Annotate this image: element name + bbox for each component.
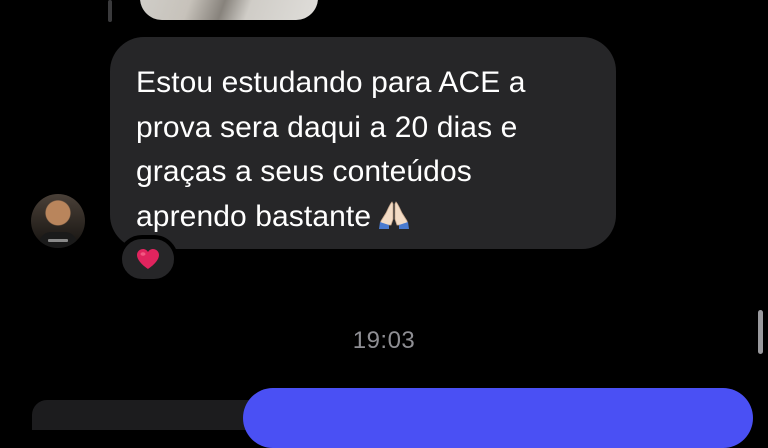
avatar-shirt-print bbox=[48, 239, 68, 242]
composer-edge bbox=[32, 400, 272, 430]
message-line-3: graças a seus conteúdos bbox=[136, 155, 472, 188]
message-line-1: Estou estudando para ACE a bbox=[136, 66, 526, 99]
message-line-2: prova sera daqui a 20 dias e bbox=[136, 110, 518, 144]
sender-avatar[interactable] bbox=[31, 194, 85, 248]
red-heart-icon bbox=[137, 249, 159, 269]
scrollbar[interactable] bbox=[758, 310, 763, 354]
reaction-badge[interactable] bbox=[118, 235, 178, 283]
message-text: Estou estudando para ACE a prova sera da… bbox=[136, 61, 590, 239]
previous-image-attachment[interactable] bbox=[140, 0, 318, 20]
thread-line bbox=[108, 0, 112, 22]
outgoing-message-bubble[interactable] bbox=[243, 388, 753, 448]
incoming-message-bubble[interactable]: Estou estudando para ACE a prova sera da… bbox=[110, 37, 616, 249]
message-line-4: aprendo bastante bbox=[136, 199, 372, 233]
message-timestamp: 19:03 bbox=[352, 327, 416, 354]
photo-thumbnail bbox=[140, 0, 318, 20]
folded-hands-icon bbox=[379, 200, 410, 229]
